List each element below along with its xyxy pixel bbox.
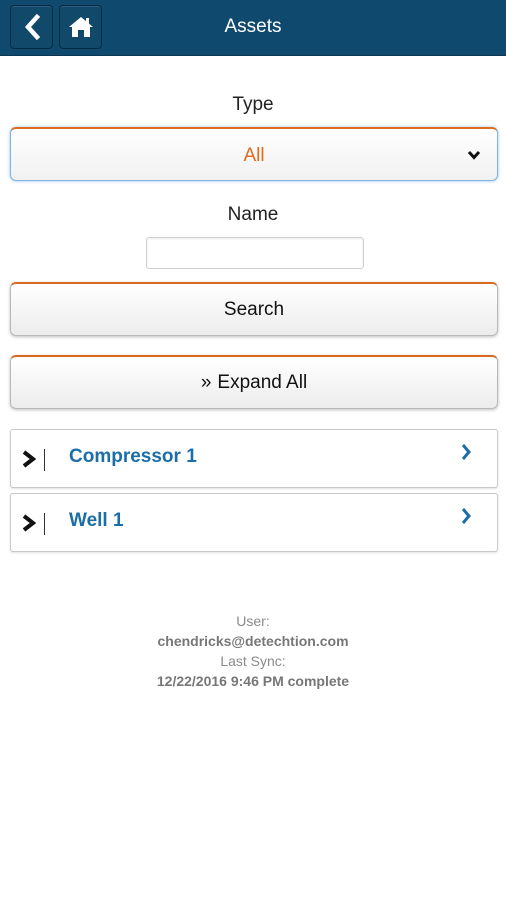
asset-name[interactable]: Compressor 1 xyxy=(69,446,197,468)
type-label: Type xyxy=(232,94,274,115)
row-divider xyxy=(44,513,45,535)
app-header: Assets xyxy=(0,0,506,56)
asset-name[interactable]: Well 1 xyxy=(69,510,124,532)
search-button[interactable]: Search xyxy=(10,282,498,336)
name-label: Name xyxy=(227,204,279,225)
chevron-down-icon xyxy=(467,150,481,160)
expand-all-label: Expand All xyxy=(217,371,308,393)
name-input[interactable] xyxy=(146,237,364,269)
row-divider xyxy=(44,449,45,471)
user-label: User: xyxy=(236,613,270,629)
expand-toggle-icon[interactable] xyxy=(20,448,38,470)
asset-row[interactable]: Compressor 1 xyxy=(10,429,498,488)
last-sync-value: 12/22/2016 9:46 PM complete xyxy=(156,673,350,689)
asset-row[interactable]: Well 1 xyxy=(10,493,498,552)
expand-all-button[interactable]: » Expand All xyxy=(10,355,498,409)
chevron-right-icon[interactable] xyxy=(460,507,472,525)
double-chevron-right-icon: » xyxy=(200,371,212,393)
type-select[interactable]: All xyxy=(10,127,498,181)
search-button-label: Search xyxy=(223,298,285,320)
chevron-right-icon[interactable] xyxy=(460,443,472,461)
expand-toggle-icon[interactable] xyxy=(20,512,38,534)
type-select-value: All xyxy=(243,145,265,166)
last-sync-label: Last Sync: xyxy=(220,653,286,669)
user-value: chendricks@detechtion.com xyxy=(157,633,349,649)
page-title: Assets xyxy=(224,16,282,37)
